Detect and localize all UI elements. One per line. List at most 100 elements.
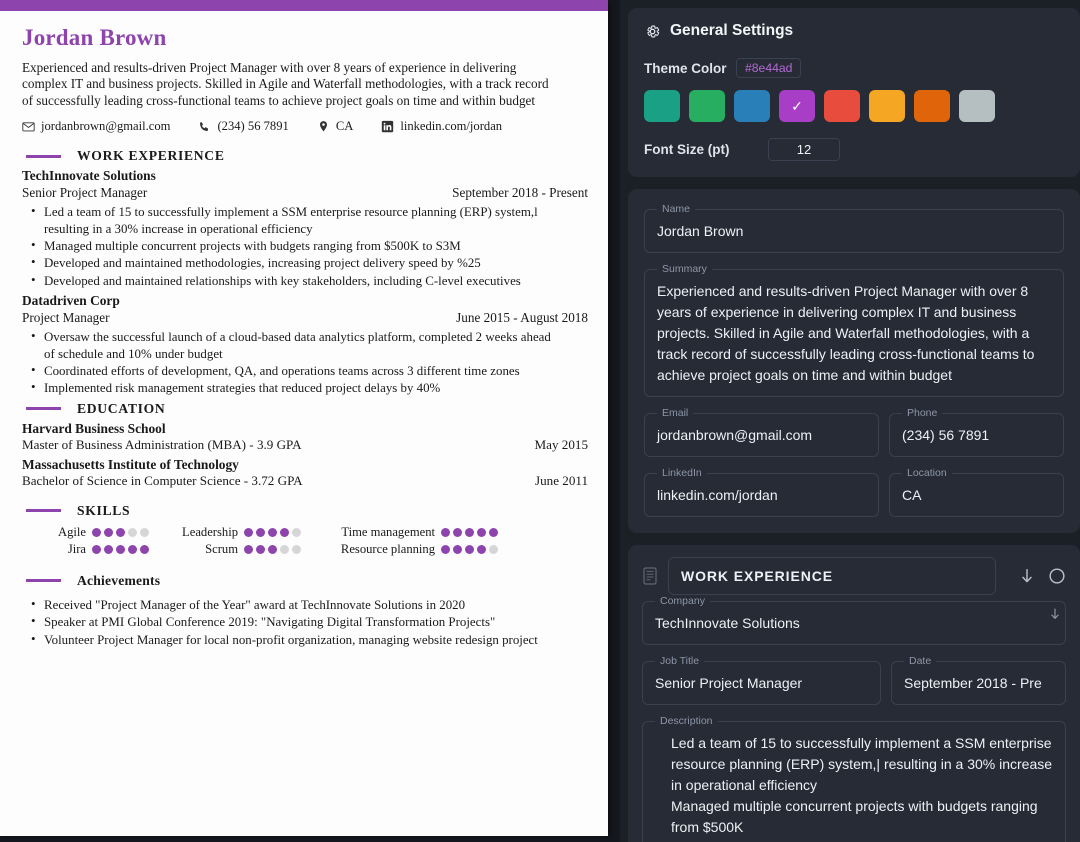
section-dash <box>26 407 61 411</box>
contact-linkedin-text: linkedin.com/jordan <box>400 119 503 134</box>
email-field[interactable]: Email jordanbrown@gmail.com <box>644 407 879 457</box>
skill-dot-filled <box>453 527 462 537</box>
color-swatch[interactable] <box>824 90 860 122</box>
theme-color-label: Theme Color <box>644 60 727 76</box>
education-degree: Master of Business Administration (MBA) … <box>22 436 302 452</box>
skill-row: Time management <box>326 525 501 540</box>
skill-label: Jira <box>67 541 86 556</box>
description-field-value[interactable]: Led a team of 15 to successfully impleme… <box>653 731 1055 838</box>
general-settings-title: General Settings <box>644 22 1064 40</box>
skill-dot-empty <box>292 544 301 554</box>
skills-grid: Agile Jira Leadership Scrum Time managem… <box>22 525 588 559</box>
section-title: Achievements <box>77 572 161 588</box>
phone-field-label: Phone <box>907 407 938 419</box>
education-degree: Bachelor of Science in Computer Science … <box>22 472 303 488</box>
delete-section-icon[interactable] <box>1048 567 1066 585</box>
contact-linkedin: linkedin.com/jordan <box>381 119 502 134</box>
job-title-field-value[interactable]: Senior Project Manager <box>653 671 870 694</box>
resume-builder-app: Jordan Brown Experienced and results-dri… <box>0 0 1080 842</box>
color-swatch[interactable] <box>689 90 725 122</box>
skill-dot-filled <box>489 527 498 537</box>
section-header-achievements: Achievements <box>22 573 588 589</box>
skill-label: Time management <box>341 524 435 539</box>
work-bullet: Developed and maintained relationships w… <box>22 272 562 289</box>
color-swatch-selected[interactable]: ✓ <box>779 90 815 122</box>
work-bullet: Developed and maintained methodologies, … <box>22 254 562 271</box>
color-swatch[interactable] <box>959 90 995 122</box>
achievement-bullet: Received "Project Manager of the Year" a… <box>22 596 562 613</box>
font-size-label: Font Size (pt) <box>644 142 730 157</box>
description-field[interactable]: Description Led a team of 15 to successf… <box>642 715 1066 842</box>
linkedin-field[interactable]: LinkedIn linkedin.com/jordan <box>644 467 879 517</box>
email-field-value[interactable]: jordanbrown@gmail.com <box>655 423 868 446</box>
skill-row: Resource planning <box>326 542 501 557</box>
skill-label: Agile <box>58 524 86 539</box>
skill-dot-filled <box>453 544 462 554</box>
skills-column: Agile Jira <box>22 525 152 559</box>
company-field-value[interactable]: TechInnovate Solutions <box>653 611 1055 634</box>
date-field-value[interactable]: September 2018 - Pre <box>902 671 1055 694</box>
phone-field-value[interactable]: (234) 56 7891 <box>900 423 1053 446</box>
achievement-bullet: Speaker at PMI Global Conference 2019: "… <box>22 613 562 630</box>
section-header-skills: SKILLS <box>22 503 588 519</box>
summary-field[interactable]: Summary Experienced and results-driven P… <box>644 263 1064 397</box>
theme-color-hex-value[interactable]: #8e44ad <box>736 58 802 78</box>
drag-handle-icon[interactable] <box>642 566 658 586</box>
skill-dot-filled <box>441 527 450 537</box>
font-size-input[interactable]: 12 <box>768 138 840 161</box>
skill-dot-filled <box>104 544 113 554</box>
contact-email-text: jordanbrown@gmail.com <box>41 119 171 134</box>
contact-email: jordanbrown@gmail.com <box>22 119 170 134</box>
move-item-down-icon[interactable] <box>1048 607 1062 626</box>
font-size-row: Font Size (pt) 12 <box>644 138 1064 161</box>
skill-level-dots <box>244 527 304 537</box>
work-date: September 2018 - Present <box>452 185 588 201</box>
date-field[interactable]: Date September 2018 - Pre <box>891 655 1066 705</box>
section-dash <box>26 509 61 513</box>
section-name-input[interactable]: WORK EXPERIENCE <box>668 557 996 595</box>
location-field[interactable]: Location CA <box>889 467 1064 517</box>
section-header-work-experience: WORK EXPERIENCE <box>22 148 588 164</box>
general-settings-card: General Settings Theme Color #8e44ad ✓ F… <box>628 8 1080 177</box>
company-field-label: Company <box>660 595 705 607</box>
phone-icon <box>198 120 211 133</box>
job-title-field-label: Job Title <box>660 655 700 667</box>
section-dash <box>26 154 61 158</box>
company-field[interactable]: Company TechInnovate Solutions <box>642 595 1066 645</box>
resume-document: Jordan Brown Experienced and results-dri… <box>0 0 608 836</box>
name-field-value[interactable]: Jordan Brown <box>655 219 1053 242</box>
section-title: EDUCATION <box>77 400 166 416</box>
linkedin-field-label: LinkedIn <box>662 467 702 479</box>
theme-color-row: Theme Color #8e44ad <box>644 58 1064 78</box>
color-swatch[interactable] <box>914 90 950 122</box>
skill-dot-empty <box>280 544 289 554</box>
linkedin-field-value[interactable]: linkedin.com/jordan <box>655 483 868 506</box>
section-card-header: WORK EXPERIENCE <box>642 557 1066 595</box>
education-date: June 2011 <box>535 472 588 488</box>
skills-column: Leadership Scrum <box>174 525 304 559</box>
skill-dot-filled <box>104 527 113 537</box>
work-bullets: Oversaw the successful launch of a cloud… <box>22 328 588 397</box>
location-field-value[interactable]: CA <box>900 483 1053 506</box>
resume-preview-pane: Jordan Brown Experienced and results-dri… <box>0 0 620 842</box>
skill-dot-filled <box>244 527 253 537</box>
color-swatch[interactable] <box>734 90 770 122</box>
name-field[interactable]: Name Jordan Brown <box>644 203 1064 253</box>
work-bullet: Coordinated efforts of development, QA, … <box>22 362 562 379</box>
skill-dot-filled <box>116 527 125 537</box>
summary-field-value[interactable]: Experienced and results-driven Project M… <box>655 279 1053 386</box>
section-header-education: EDUCATION <box>22 401 588 417</box>
theme-color-swatches: ✓ <box>644 90 1064 122</box>
job-title-field[interactable]: Job Title Senior Project Manager <box>642 655 881 705</box>
skill-dot-filled <box>92 527 101 537</box>
move-down-icon[interactable] <box>1018 567 1036 585</box>
color-swatch[interactable] <box>644 90 680 122</box>
skill-level-dots <box>92 544 152 554</box>
email-icon <box>22 120 35 133</box>
skill-label: Scrum <box>205 541 238 556</box>
skill-level-dots <box>441 527 501 537</box>
skill-row: Leadership <box>174 525 304 540</box>
phone-field[interactable]: Phone (234) 56 7891 <box>889 407 1064 457</box>
color-swatch[interactable] <box>869 90 905 122</box>
skill-level-dots <box>92 527 152 537</box>
